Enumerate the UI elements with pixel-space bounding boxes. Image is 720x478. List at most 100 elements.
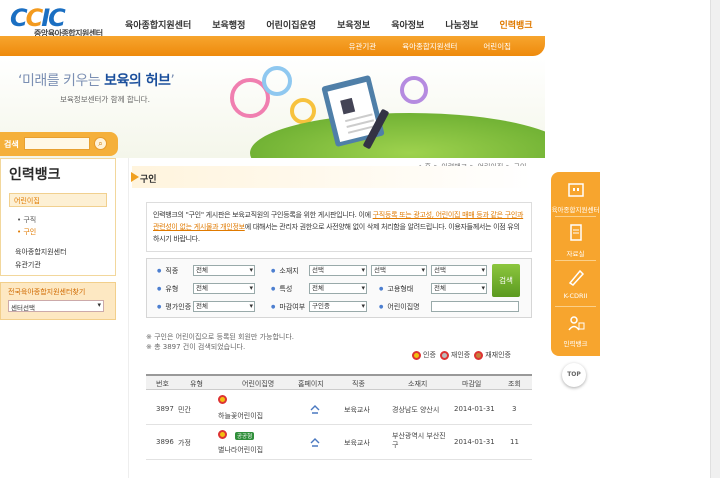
quick-job-bank-label: 인력뱅크 xyxy=(563,340,588,348)
public-badge: 공공형 xyxy=(235,432,255,440)
quick-center[interactable]: 육아종합지원센터 xyxy=(551,178,600,214)
col-location: 소재지 xyxy=(408,380,428,388)
center-finder-label: 전국육아종합지원센터찾기 xyxy=(8,288,86,296)
quick-kcdr-label: K-CDRII xyxy=(563,292,588,300)
cell-no: 3897 xyxy=(156,405,174,413)
cell-name[interactable]: 하늘꽃어린이집 xyxy=(218,411,263,421)
quick-library[interactable]: 자료실 xyxy=(551,222,600,258)
people-icon xyxy=(567,316,584,331)
sub-nav-bar: 유관기관 육아종합지원센터 어린이집 xyxy=(0,36,545,56)
legend-rerecert: 재재인증 xyxy=(485,351,511,359)
center-select[interactable]: 센터선택 xyxy=(8,300,104,312)
nav-item-care-info[interactable]: 보육정보 xyxy=(337,18,370,31)
subnav-center[interactable]: 육아종합지원센터 xyxy=(402,41,457,52)
banner-subtitle: 보육정보센터가 함께 합니다. xyxy=(60,95,150,104)
cell-name[interactable]: 별나라어린이집 xyxy=(218,445,263,455)
cell-type: 민간 xyxy=(178,406,191,414)
nav-item-admin[interactable]: 보육행정 xyxy=(212,18,245,31)
slogan-post: ’ xyxy=(170,73,175,89)
employ-select[interactable]: 전체 xyxy=(431,283,487,294)
quick-center-label: 육아종합지원센터 xyxy=(551,206,600,214)
vertical-scrollbar[interactable] xyxy=(710,0,720,478)
nav-item-center[interactable]: 육아종합지원센터 xyxy=(125,18,191,31)
local-nav: 인력뱅크 어린이집 • 구직 • 구인 육아종합지원센터 유관기관 xyxy=(0,158,116,276)
building-icon xyxy=(567,183,584,197)
search-form: 직종 전체 소재지 선택 선택 선택 유형 전체 특성 전체 고용형태 전체 평… xyxy=(146,258,532,318)
divider xyxy=(555,216,596,217)
silver-medal-icon xyxy=(439,350,449,360)
eval-label: 평가인증 xyxy=(157,302,191,312)
eval-select[interactable]: 전체 xyxy=(193,301,255,312)
subnav-related-orgs[interactable]: 유관기관 xyxy=(349,41,377,52)
cert-legend: 인증 재인증 재재인증 xyxy=(408,350,511,360)
feature-select[interactable]: 전체 xyxy=(309,283,367,294)
job-select[interactable]: 전체 xyxy=(193,265,255,276)
subnav-daycare[interactable]: 어린이집 xyxy=(483,41,511,52)
scroll-top-button[interactable]: TOP xyxy=(562,363,586,387)
location-select-3[interactable]: 선택 xyxy=(431,265,487,276)
daycare-name-input[interactable] xyxy=(431,301,519,312)
table-row[interactable]: 3896 가정 공공형 별나라어린이집 보육교사 부산광역시 부산진구 2014… xyxy=(146,426,532,460)
col-no: 번호 xyxy=(156,380,169,388)
global-nav: 육아종합지원센터 보육행정 어린이집운영 보육정보 육아정보 나눔정보 인력뱅크 xyxy=(125,18,554,31)
nav-item-daycare-ops[interactable]: 어린이집운영 xyxy=(266,18,316,31)
divider xyxy=(555,306,596,307)
cell-location: 부산광역시 부산진구 xyxy=(392,432,446,449)
cell-location: 경상남도 양산시 xyxy=(392,406,440,414)
person-photo-icon xyxy=(340,97,356,115)
search-button[interactable]: 검색 xyxy=(492,264,520,297)
employ-label: 고용형태 xyxy=(379,284,413,294)
gold-medal-icon xyxy=(218,395,227,404)
slogan-pre: ‘미래를 키우는 xyxy=(18,73,105,89)
lnb-item-recruit[interactable]: • 구인 xyxy=(17,227,36,237)
home-icon[interactable] xyxy=(310,437,320,447)
type-select[interactable]: 전체 xyxy=(193,283,255,294)
quick-kcdr[interactable]: K-CDRII xyxy=(551,266,600,300)
location-select-1[interactable]: 선택 xyxy=(309,265,367,276)
cell-job: 보육교사 xyxy=(344,439,370,447)
location-select-2[interactable]: 선택 xyxy=(371,265,427,276)
home-icon[interactable] xyxy=(310,404,320,414)
lnb-item-related[interactable]: 유관기관 xyxy=(15,260,41,270)
banner-slogan: ‘미래를 키우는 보육의 허브’ xyxy=(18,70,175,90)
cell-views: 11 xyxy=(510,438,519,446)
center-finder: 전국육아종합지원센터찾기 센터선택 xyxy=(0,282,116,320)
nav-item-sharing-info[interactable]: 나눔정보 xyxy=(445,18,478,31)
lnb-title: 인력뱅크 xyxy=(9,167,61,183)
sub-nav: 유관기관 육아종합지원센터 어린이집 xyxy=(323,41,511,52)
divider xyxy=(555,260,596,261)
nav-item-job-bank[interactable]: 인력뱅크 xyxy=(499,18,532,31)
cell-no: 3896 xyxy=(156,438,174,446)
cell-views: 3 xyxy=(512,405,517,413)
header: CCIC 중앙육아종합지원센터 육아종합지원센터 보육행정 어린이집운영 보육정… xyxy=(0,0,545,58)
name-label: 어린이집명 xyxy=(379,302,419,312)
col-homepage: 홈페이지 xyxy=(298,380,324,388)
decor-swirl-yellow xyxy=(290,98,316,124)
document-icon xyxy=(569,224,582,241)
legend-recert: 재인증 xyxy=(450,351,471,359)
legend-cert: 인증 xyxy=(423,351,436,359)
col-views: 조회 xyxy=(508,380,521,388)
page-title: 구인 xyxy=(140,175,157,185)
table-row[interactable]: 3897 민간 하늘꽃어린이집 보육교사 경상남도 양산시 2014-01-31… xyxy=(146,391,532,425)
decor-swirl-blue xyxy=(262,66,292,96)
cell-deadline: 2014-01-31 xyxy=(454,405,495,413)
sidebar-search: 검색 ⌕ xyxy=(0,132,118,156)
location-label: 소재지 xyxy=(271,266,298,276)
magnifier-icon[interactable]: ⌕ xyxy=(94,137,107,150)
search-input[interactable] xyxy=(24,137,90,150)
search-label: 검색 xyxy=(4,140,19,149)
quick-menu: 육아종합지원센터 자료실 K-CDRII 인력뱅크 xyxy=(551,172,600,356)
lnb-item-center[interactable]: 육아종합지원센터 xyxy=(15,247,67,257)
col-job: 직종 xyxy=(352,380,365,388)
quick-library-label: 자료실 xyxy=(566,250,585,258)
nav-item-parenting-info[interactable]: 육아정보 xyxy=(391,18,424,31)
feature-label: 특성 xyxy=(271,284,292,294)
info-members-only: ※ 구인은 어린이집으로 등록된 회원만 가능합니다. xyxy=(146,333,295,341)
lnb-section-daycare[interactable]: 어린이집 xyxy=(9,193,107,207)
deadline-select[interactable]: 구인중 xyxy=(309,301,367,312)
info-result-count: ※ 총 3897 건이 검색되었습니다. xyxy=(146,343,246,351)
pencil-icon xyxy=(568,269,584,286)
lnb-item-job-seek[interactable]: • 구직 xyxy=(17,215,36,225)
quick-job-bank[interactable]: 인력뱅크 xyxy=(551,312,600,348)
